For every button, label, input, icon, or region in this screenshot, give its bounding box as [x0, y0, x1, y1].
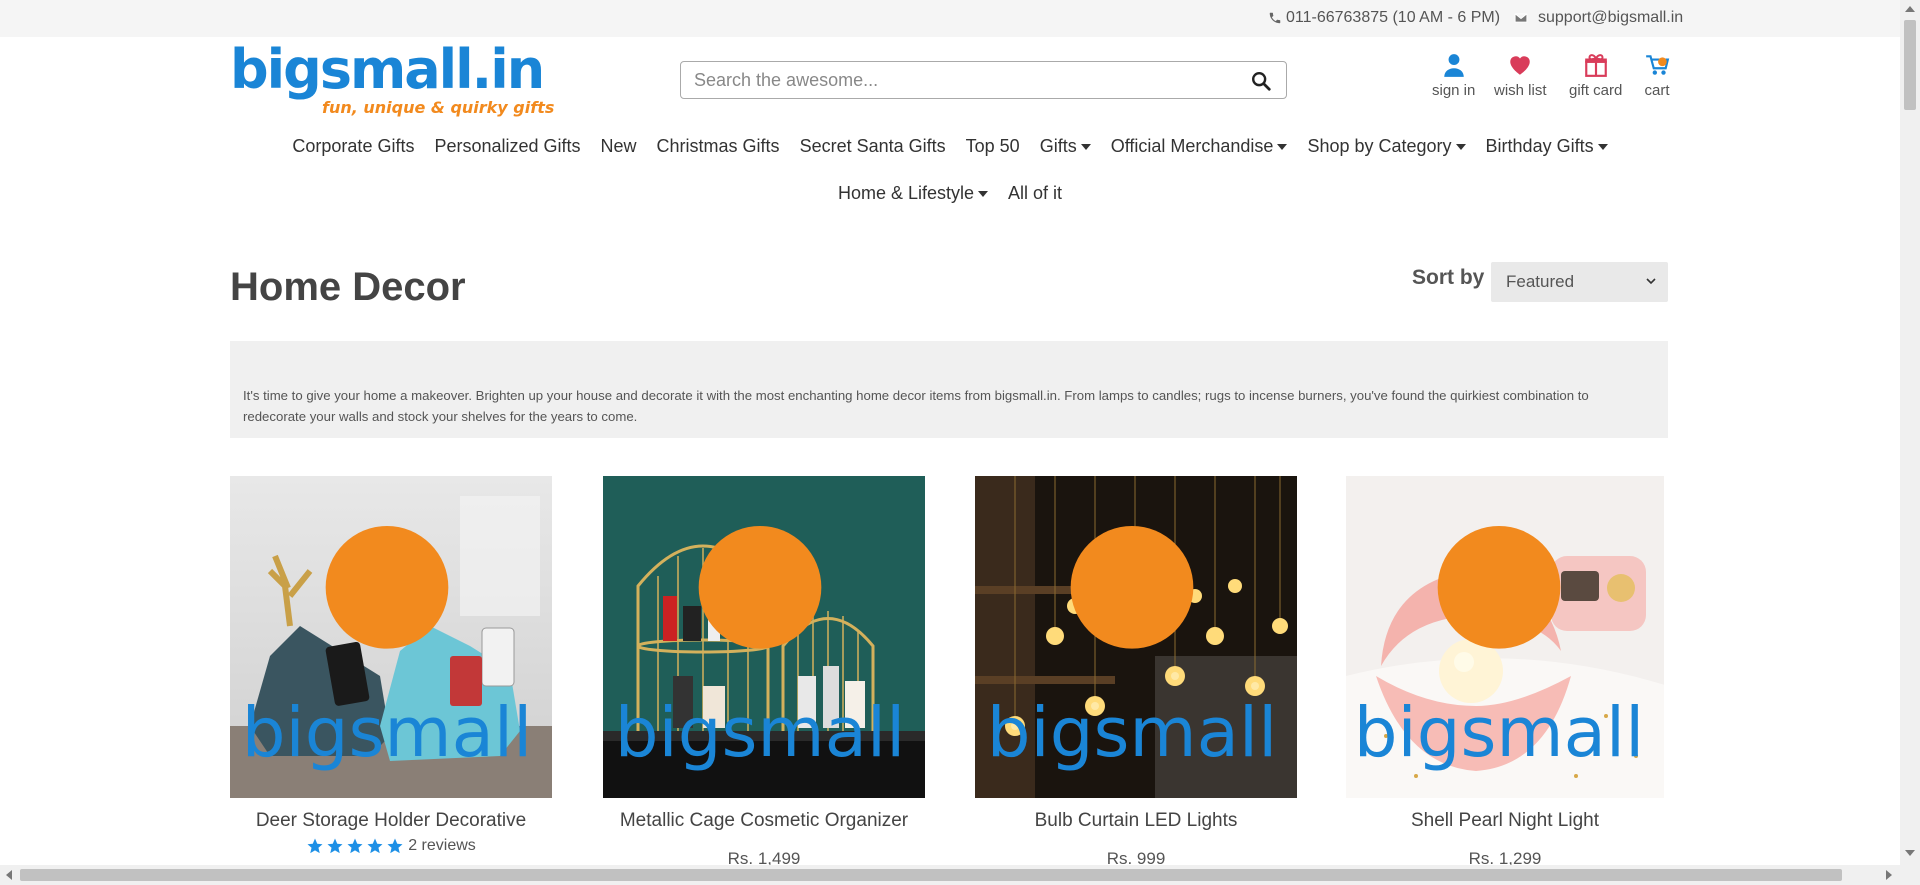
- nav-item-label: Personalized Gifts: [434, 136, 581, 156]
- star-icon: [347, 838, 363, 854]
- review-count: 2 reviews: [408, 837, 476, 854]
- star-icon: [327, 838, 343, 854]
- svg-text:bigsmall: bigsmall: [1354, 693, 1645, 773]
- user-icon: [1443, 54, 1464, 77]
- nav-item-label: Top 50: [965, 136, 1020, 156]
- email-text: support@bigsmall.in: [1538, 9, 1684, 26]
- nav-item[interactable]: Secret Santa Gifts: [790, 136, 956, 157]
- horizontal-scroll-thumb[interactable]: [20, 869, 1842, 881]
- nav-item[interactable]: Corporate Gifts: [282, 136, 424, 157]
- main-nav-row-1: Corporate Gifts Personalized Gifts New Chri…: [0, 136, 1900, 157]
- scroll-right-arrow-icon[interactable]: [1886, 870, 1892, 880]
- gift-icon: [1584, 54, 1607, 77]
- sort-selected-value: Featured: [1506, 272, 1575, 291]
- search-input[interactable]: [681, 62, 1241, 98]
- star-icon: [367, 838, 383, 854]
- bulb-curtain-lights-image[interactable]: bigsmall: [975, 476, 1297, 798]
- gift-card-link[interactable]: gift card: [1569, 52, 1622, 99]
- product-name[interactable]: Metallic Cage Cosmetic Organizer: [603, 810, 925, 832]
- site-logo[interactable]: bigsmall.in fun, unique & quirky gifts: [230, 38, 554, 122]
- page-title: Home Decor: [230, 265, 466, 309]
- vertical-scrollbar[interactable]: [1900, 0, 1920, 885]
- product-name[interactable]: Shell Pearl Night Light: [1346, 810, 1664, 832]
- shell-pearl-light-image[interactable]: bigsmall: [1346, 476, 1664, 798]
- sign-in-link[interactable]: sign in: [1432, 52, 1475, 99]
- phone-icon: [1269, 12, 1281, 24]
- nav-item-label: Shop by Category: [1307, 136, 1452, 156]
- svg-text:bigsmall: bigsmall: [242, 693, 533, 773]
- search-bar: [680, 61, 1287, 99]
- product-name[interactable]: Deer Storage Holder Decorative: [230, 810, 552, 832]
- nav-item-label: Secret Santa Gifts: [799, 136, 946, 156]
- phone-text: 011-66763875 (10 AM - 6 PM): [1286, 9, 1501, 26]
- cage-organizer-image[interactable]: bigsmall: [603, 476, 925, 798]
- scroll-left-arrow-icon[interactable]: [6, 870, 12, 880]
- sort-dropdown[interactable]: Featured: [1491, 262, 1668, 302]
- caret-down-icon: [1455, 143, 1466, 150]
- heart-icon: [1510, 56, 1530, 75]
- nav-item[interactable]: Birthday Gifts: [1476, 136, 1618, 157]
- nav-item-label: Birthday Gifts: [1485, 136, 1594, 156]
- cart-link[interactable]: cart: [1644, 52, 1670, 99]
- nav-item[interactable]: Personalized Gifts: [424, 136, 590, 157]
- caret-down-icon: [978, 190, 989, 197]
- product-name[interactable]: Bulb Curtain LED Lights: [975, 810, 1297, 832]
- nav-item[interactable]: All of it: [998, 183, 1072, 204]
- nav-item[interactable]: Official Merchandise: [1101, 136, 1298, 157]
- wish-list-link[interactable]: wish list: [1494, 52, 1547, 99]
- logo-text: bigsmall.in: [230, 38, 545, 101]
- caret-down-icon: [1277, 143, 1288, 150]
- svg-text:bigsmall: bigsmall: [987, 693, 1278, 773]
- gift-card-label: gift card: [1569, 82, 1623, 99]
- top-bar: 011-66763875 (10 AM - 6 PM) support@bigs…: [0, 0, 1900, 37]
- category-description: It's time to give your home a makeover. …: [243, 388, 1589, 424]
- svg-text:bigsmall: bigsmall: [615, 693, 906, 773]
- sign-in-label: sign in: [1432, 82, 1476, 99]
- brand-watermark-icon: bigsmall: [242, 526, 533, 773]
- deer-storage-holder-image[interactable]: bigsmall: [230, 476, 552, 798]
- nav-item[interactable]: Home & Lifestyle: [828, 183, 998, 204]
- nav-item[interactable]: Gifts: [1030, 136, 1101, 157]
- star-icon: [307, 838, 323, 854]
- nav-item-label: Official Merchandise: [1110, 136, 1274, 156]
- nav-item-label: All of it: [1008, 183, 1063, 203]
- brand-watermark-icon: bigsmall: [615, 526, 906, 773]
- cart-label: cart: [1644, 82, 1670, 99]
- wish-list-label: wish list: [1494, 82, 1547, 99]
- caret-down-icon: [1080, 143, 1091, 150]
- brand-watermark-icon: bigsmall: [987, 526, 1278, 773]
- scroll-up-arrow-icon[interactable]: [1905, 6, 1915, 12]
- nav-item-label: New: [600, 136, 637, 156]
- nav-item[interactable]: Christmas Gifts: [647, 136, 790, 157]
- chevron-down-icon: [1646, 278, 1656, 285]
- nav-item[interactable]: New: [591, 136, 647, 157]
- caret-down-icon: [1597, 143, 1608, 150]
- product-rating[interactable]: 2 reviews: [230, 837, 552, 855]
- horizontal-scrollbar[interactable]: [0, 865, 1900, 885]
- brand-watermark-icon: bigsmall: [1354, 526, 1645, 773]
- category-description-box: It's time to give your home a makeover. …: [230, 341, 1668, 438]
- nav-item[interactable]: Top 50: [956, 136, 1030, 157]
- logo-tagline: fun, unique & quirky gifts: [322, 98, 555, 117]
- contact-phone[interactable]: 011-66763875 (10 AM - 6 PM): [1268, 9, 1500, 27]
- nav-item[interactable]: Shop by Category: [1297, 136, 1475, 157]
- search-icon[interactable]: [1250, 70, 1272, 92]
- contact-email[interactable]: support@bigsmall.in: [1514, 9, 1683, 27]
- cart-icon: [1646, 55, 1670, 75]
- main-nav-row-2: Home & Lifestyle All of it: [0, 183, 1900, 204]
- envelope-icon: [1514, 13, 1528, 23]
- nav-item-label: Gifts: [1039, 136, 1077, 156]
- scroll-down-arrow-icon[interactable]: [1905, 850, 1915, 856]
- nav-item-label: Corporate Gifts: [292, 136, 415, 156]
- nav-item-label: Christmas Gifts: [656, 136, 780, 156]
- vertical-scroll-thumb[interactable]: [1904, 20, 1916, 110]
- star-icon: [387, 838, 403, 854]
- nav-item-label: Home & Lifestyle: [837, 183, 975, 203]
- sort-label: Sort by: [1412, 266, 1485, 289]
